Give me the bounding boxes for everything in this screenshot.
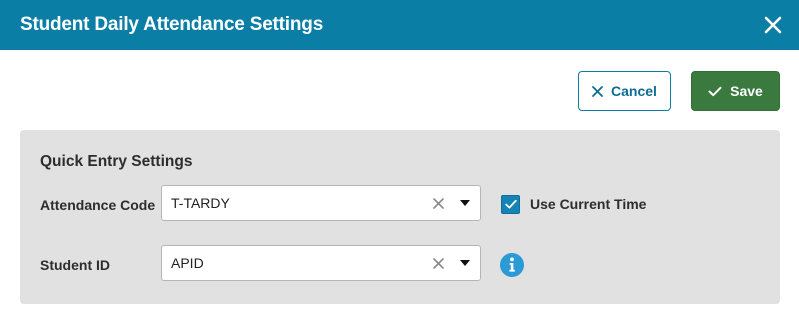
use-current-time-label: Use Current Time xyxy=(530,196,647,212)
caret-down-icon[interactable] xyxy=(460,200,470,207)
save-button[interactable]: Save xyxy=(691,71,780,111)
save-button-label: Save xyxy=(730,83,763,99)
attendance-code-label: Attendance Code xyxy=(40,197,156,213)
attendance-code-value: T-TARDY xyxy=(171,195,230,211)
student-id-select[interactable]: APID xyxy=(161,245,481,281)
student-id-label: Student ID xyxy=(40,257,110,273)
caret-down-icon[interactable] xyxy=(460,260,470,267)
student-id-value: APID xyxy=(171,255,204,271)
clear-icon[interactable] xyxy=(433,198,444,209)
quick-entry-panel: Quick Entry Settings Attendance Code T-T… xyxy=(20,130,780,304)
use-current-time-checkbox[interactable] xyxy=(501,195,520,214)
dialog-title: Student Daily Attendance Settings xyxy=(20,14,324,35)
close-icon[interactable] xyxy=(761,13,785,37)
check-icon xyxy=(708,86,722,96)
attendance-settings-dialog: Student Daily Attendance Settings Cancel… xyxy=(0,0,799,324)
clear-icon[interactable] xyxy=(433,258,444,269)
checkmark-icon xyxy=(505,199,517,209)
cancel-button-label: Cancel xyxy=(611,83,657,99)
x-icon xyxy=(592,85,603,97)
attendance-code-select[interactable]: T-TARDY xyxy=(161,185,481,221)
info-icon[interactable] xyxy=(500,253,524,277)
quick-entry-title: Quick Entry Settings xyxy=(40,153,193,170)
dialog-header: Student Daily Attendance Settings xyxy=(0,0,799,50)
cancel-button[interactable]: Cancel xyxy=(578,71,671,111)
